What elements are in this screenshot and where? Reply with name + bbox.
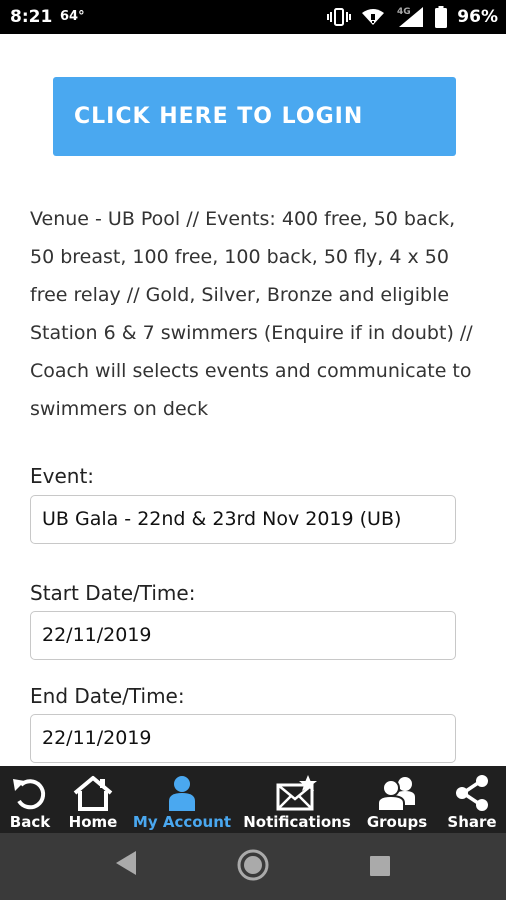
battery-percentage: 96% [457, 7, 498, 27]
nav-my-account-label: My Account [132, 813, 232, 831]
event-field[interactable]: UB Gala - 22nd & 23rd Nov 2019 (UB) [30, 495, 456, 544]
signal-4g-icon: 4G [395, 5, 425, 29]
nav-notifications-label: Notifications [243, 813, 351, 831]
battery-icon [435, 6, 448, 28]
status-temperature: 64° [60, 9, 85, 24]
nav-back-label: Back [9, 813, 51, 831]
nav-my-account[interactable]: My Account [126, 766, 238, 833]
nav-notifications[interactable]: Notifications [238, 766, 356, 833]
system-back-icon[interactable] [114, 849, 138, 881]
nav-home[interactable]: Home [60, 766, 126, 833]
event-description: Venue - UB Pool // Events: 400 free, 50 … [30, 208, 473, 420]
system-recents-icon[interactable] [369, 855, 391, 881]
vibrate-icon [327, 7, 352, 27]
end-date-field[interactable]: 22/11/2019 [30, 714, 456, 763]
nav-share-label: Share [447, 813, 497, 831]
event-label: Event: [30, 464, 95, 488]
system-home-icon[interactable] [236, 848, 270, 886]
bottom-nav: Back Home My Account Notifications Group… [0, 766, 506, 833]
svg-text:4G: 4G [397, 7, 411, 17]
nav-back[interactable]: Back [0, 766, 60, 833]
wifi-icon [361, 7, 385, 27]
group-icon [375, 774, 419, 812]
back-arrow-icon [11, 774, 49, 812]
person-icon [165, 774, 199, 812]
login-button[interactable]: CLICK HERE TO LOGIN [53, 77, 456, 156]
envelope-star-icon [276, 774, 318, 812]
start-date-field[interactable]: 22/11/2019 [30, 611, 456, 660]
share-icon [453, 774, 491, 812]
nav-share[interactable]: Share [438, 766, 506, 833]
status-time: 8:21 [10, 7, 53, 27]
start-date-label: Start Date/Time: [30, 581, 196, 605]
nav-groups-label: Groups [366, 813, 428, 831]
status-icons: 4G 96% [327, 5, 498, 29]
main-content[interactable]: CLICK HERE TO LOGIN Venue - UB Pool // E… [0, 34, 506, 766]
end-date-label: End Date/Time: [30, 684, 185, 708]
status-bar: 8:21 64° 4G 96% [0, 0, 506, 34]
nav-home-label: Home [68, 813, 118, 831]
system-nav-bar [0, 833, 506, 900]
home-icon [72, 774, 114, 812]
nav-groups[interactable]: Groups [356, 766, 438, 833]
